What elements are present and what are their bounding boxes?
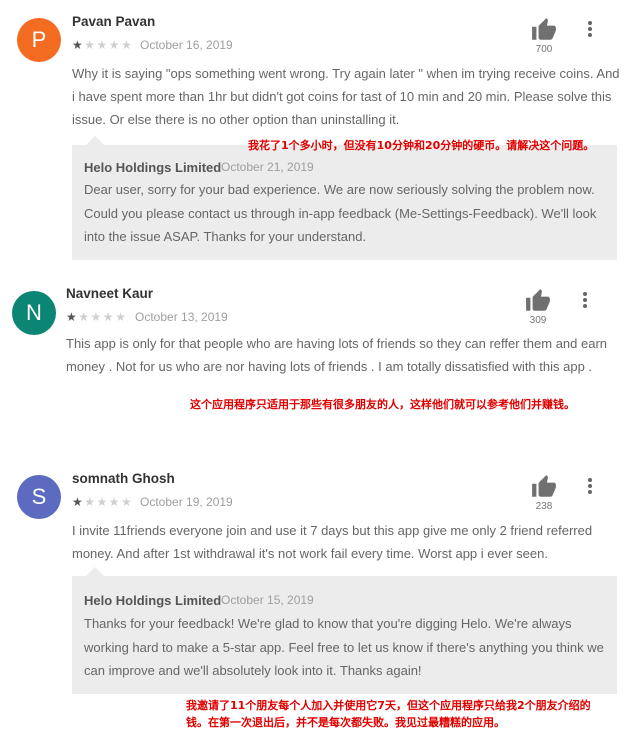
star-icon: ★ [72,495,85,509]
reply-developer-name: Helo Holdings Limited [84,593,222,608]
helpful-count: 238 [535,501,553,512]
review-author: Pavan Pavan [72,14,156,29]
star-icon: ★ [108,495,122,509]
star-icon: ★ [96,495,109,509]
review-date: October 13, 2019 [135,310,228,324]
review-card: S somnath Ghosh ★★★★★ October 19, 2019 2… [0,455,637,752]
review-card: P Pavan Pavan ★★★★★ October 16, 2019 700… [0,0,637,270]
reply-caret [86,567,104,576]
star-icon: ★ [84,38,97,52]
review-date: October 19, 2019 [140,495,233,509]
translation-annotation: 这个应用程序只适用于那些有很多朋友的人，这样他们就可以参考他们并赚钱。 [190,398,575,411]
star-icon: ★ [90,310,103,324]
thumbs-up-icon[interactable] [531,17,557,43]
more-vert-icon[interactable] [579,289,591,311]
thumbs-up-icon[interactable] [525,288,551,314]
translation-annotation: 我邀请了11个朋友每个人加入并使用它7天，但这个应用程序只给我2个朋友介绍的钱。… [186,699,591,729]
star-icon: ★ [66,310,79,324]
review-text: This app is only for that people who are… [66,336,608,374]
star-icon: ★ [108,38,122,52]
star-icon: ★ [121,495,134,509]
review-text: Why it is saying "ops something went wro… [72,66,620,127]
reply-developer-name: Helo Holdings Limited [84,160,222,175]
star-icon: ★ [102,310,116,324]
reply-caret [86,136,104,145]
avatar: N [12,291,56,335]
helpful-count: 309 [529,315,547,326]
review-card: N Navneet Kaur ★★★★★ October 13, 2019 30… [0,270,637,455]
thumbs-up-icon[interactable] [531,474,557,500]
more-vert-icon[interactable] [584,18,596,40]
rating-stars: ★★★★★ [72,38,133,52]
star-icon: ★ [84,495,97,509]
star-icon: ★ [72,38,85,52]
review-text: I invite 11friends everyone join and use… [72,523,593,561]
translation-annotation: 我花了1个多小时，但没有10分钟和20分钟的硬币。请解决这个问题。 [248,139,595,152]
rating-stars: ★★★★★ [66,310,127,324]
reply-date: October 15, 2019 [221,593,314,607]
reply-date: October 21, 2019 [221,160,314,174]
reply-text: Dear user, sorry for your bad experience… [84,182,597,244]
star-icon: ★ [78,310,91,324]
avatar: P [17,18,61,62]
reply-text: Thanks for your feedback! We're glad to … [84,616,604,678]
star-icon: ★ [121,38,134,52]
helpful-count: 700 [535,44,553,55]
star-icon: ★ [115,310,128,324]
review-author: somnath Ghosh [72,471,175,486]
avatar: S [17,475,61,519]
review-date: October 16, 2019 [140,38,233,52]
more-vert-icon[interactable] [584,475,596,497]
star-icon: ★ [96,38,109,52]
review-author: Navneet Kaur [66,286,154,301]
rating-stars: ★★★★★ [72,495,133,509]
